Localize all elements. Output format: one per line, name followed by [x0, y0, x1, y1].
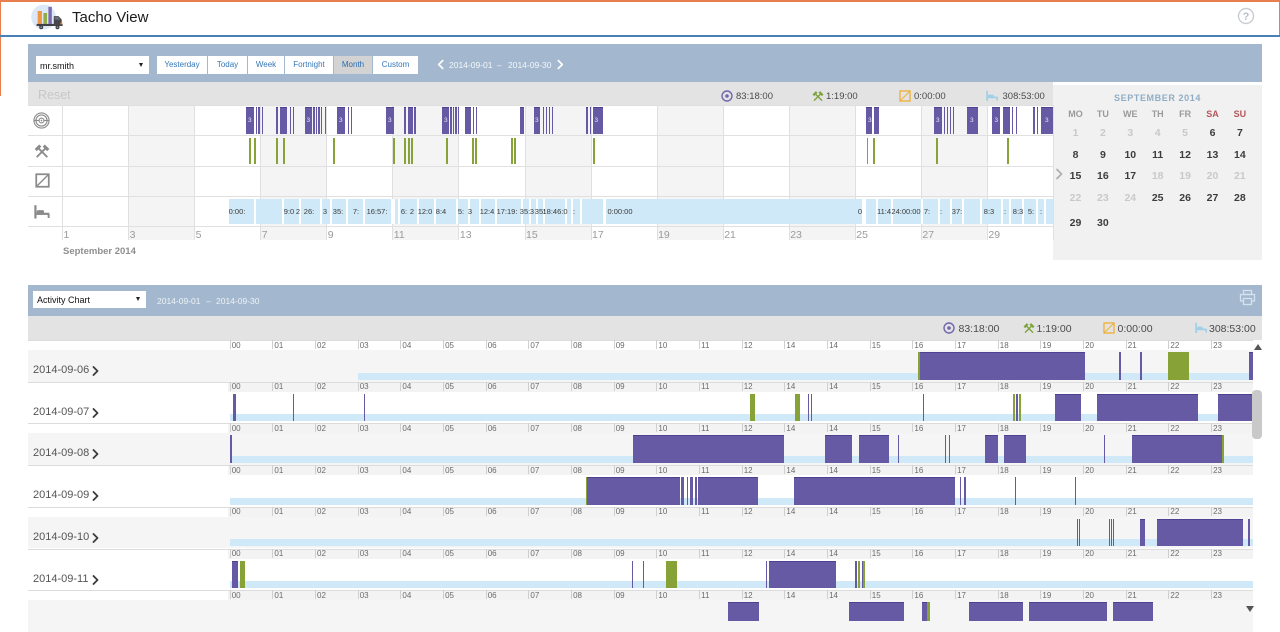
svg-text:?: ? [1243, 11, 1250, 23]
